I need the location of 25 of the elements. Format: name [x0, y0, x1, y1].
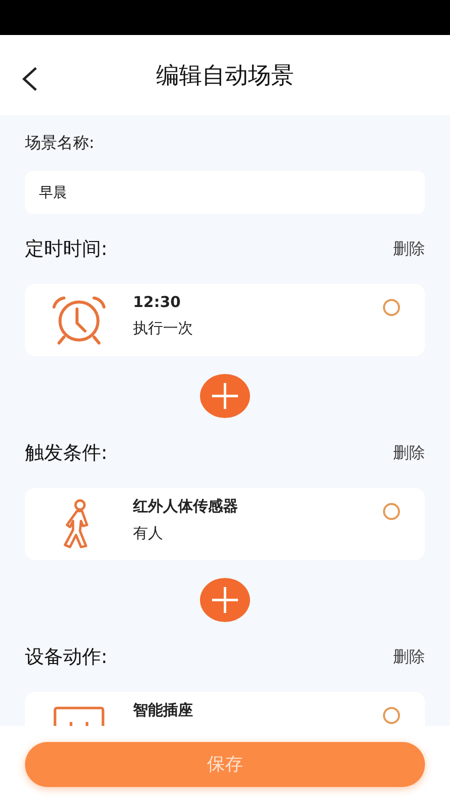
item-card[interactable]: 12:30 执行一次	[25, 284, 425, 356]
delete-link[interactable]: 删除	[393, 238, 425, 260]
item-card[interactable]: 智能插座	[25, 692, 425, 726]
field-label: 场景名称:	[25, 133, 96, 153]
item-title: 12:30	[133, 293, 182, 311]
item-title: 智能插座	[133, 701, 194, 720]
plus-icon	[210, 381, 240, 411]
item-subtitle: 有人	[133, 524, 164, 543]
section-title: 设备动作:	[25, 645, 108, 670]
item-title: 红外人体传感器	[133, 497, 239, 516]
plus-icon	[210, 585, 240, 615]
item-subtitle: 执行一次	[133, 319, 194, 338]
radio-button[interactable]	[383, 299, 400, 316]
radio-button[interactable]	[383, 503, 400, 520]
add-button[interactable]	[200, 578, 250, 622]
alarm-clock-icon	[50, 295, 108, 345]
section-title: 定时时间:	[25, 237, 108, 262]
add-button[interactable]	[200, 374, 250, 418]
delete-link[interactable]: 删除	[393, 442, 425, 464]
page-title: 编辑自动场景	[156, 62, 294, 90]
delete-link[interactable]: 删除	[393, 646, 425, 668]
radio-button[interactable]	[383, 707, 400, 724]
section-title: 触发条件:	[25, 441, 108, 466]
item-card[interactable]: 红外人体传感器 有人	[25, 488, 425, 560]
name-field[interactable]: 早晨	[25, 171, 425, 214]
